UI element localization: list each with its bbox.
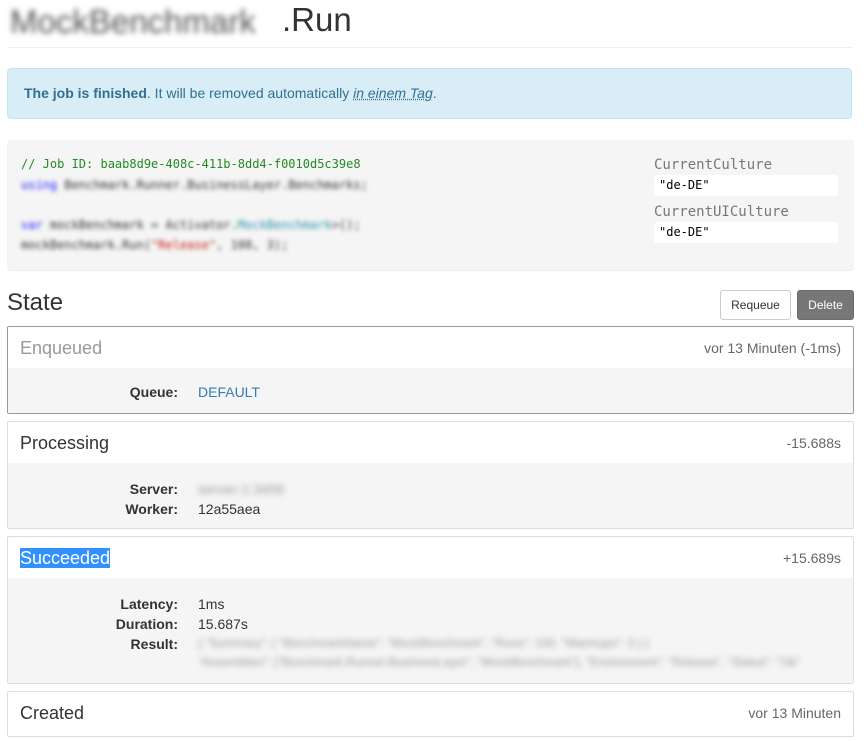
worker-value: 12a55aea xyxy=(198,501,261,517)
job-id-comment: // Job ID: baab8d9e-408c-411b-8dd4-f0010… xyxy=(21,157,361,171)
code-type: MockBenchmark xyxy=(237,218,332,232)
job-finished-alert: The job is finished. It will be removed … xyxy=(7,68,852,119)
state-time: vor 13 Minuten xyxy=(748,705,841,721)
code-using-line: using Benchmark.Runner.BusinessLayer.Ben… xyxy=(21,177,368,193)
state-name-selected: Succeeded xyxy=(20,548,111,568)
state-card-body: Queue: DEFAULT xyxy=(8,368,853,413)
current-culture-value: "de-DE" xyxy=(654,175,838,196)
state-card-created: Created vor 13 Minuten xyxy=(7,691,854,737)
alert-end: . xyxy=(432,85,437,101)
queue-key: Queue: xyxy=(129,384,178,400)
duration-key: Duration: xyxy=(115,616,178,632)
code-call: mockBenchmark.Run( xyxy=(21,238,152,252)
state-card-enqueued: Enqueued vor 13 Minuten (-1ms) Queue: DE… xyxy=(7,326,854,414)
state-name: Succeeded xyxy=(20,547,111,569)
state-card-header: Succeeded +15.689s xyxy=(8,537,853,578)
state-card-body: Server: server-1:3456 Worker: 12a55aea xyxy=(8,463,853,528)
code-assign: mockBenchmark = Activator. xyxy=(42,218,238,232)
state-name: Created xyxy=(20,703,85,723)
page-title-redacted: MockBenchmark xyxy=(10,3,256,40)
current-ui-culture-value: "de-DE" xyxy=(654,222,838,243)
job-code-panel: // Job ID: baab8d9e-408c-411b-8dd4-f0010… xyxy=(7,140,854,271)
current-ui-culture-label: CurrentUICulture xyxy=(654,204,789,220)
state-time: +15.689s xyxy=(783,550,841,566)
state-card-header: Created vor 13 Minuten xyxy=(8,692,853,733)
latency-key: Latency: xyxy=(120,596,178,612)
state-name: Processing xyxy=(20,433,110,453)
result-line-1: { "Summary": { "BenchmarkName": "MockBen… xyxy=(198,636,649,650)
code-var-line: var mockBenchmark = Activator.MockBenchm… xyxy=(21,217,361,233)
state-card-header: Enqueued vor 13 Minuten (-1ms) xyxy=(8,327,853,368)
latency-value: 1ms xyxy=(198,596,225,612)
state-card-header: Processing -15.688s xyxy=(8,422,853,463)
state-time: vor 13 Minuten (-1ms) xyxy=(704,340,841,356)
code-keyword: using xyxy=(21,178,58,192)
server-key: Server: xyxy=(129,481,178,497)
state-card-succeeded: Succeeded +15.689s Latency: 1ms Duration… xyxy=(7,536,854,684)
page-title: .Run xyxy=(282,1,352,38)
current-culture-label: CurrentCulture xyxy=(654,157,773,173)
code-namespace: Benchmark.Runner.BusinessLayer.Benchmark… xyxy=(57,178,368,192)
state-card-processing: Processing -15.688s Server: server-1:345… xyxy=(7,421,854,529)
alert-relative-time: in einem Tag xyxy=(353,85,433,101)
code-call-end: , 100, 3); xyxy=(216,238,289,252)
code-keyword: var xyxy=(21,218,43,232)
alert-bold-text: The job is finished xyxy=(24,85,147,101)
delete-button[interactable]: Delete xyxy=(797,290,854,320)
server-value: server-1:3456 xyxy=(198,481,285,497)
result-key: Result: xyxy=(130,636,178,652)
state-name: Enqueued xyxy=(20,338,103,358)
code-assign-end: >(); xyxy=(331,218,361,232)
alert-text: . It will be removed automatically xyxy=(146,85,354,101)
queue-link[interactable]: DEFAULT xyxy=(198,384,260,400)
worker-key: Worker: xyxy=(125,501,178,517)
duration-value: 15.687s xyxy=(198,616,248,632)
result-line-2: "Assemblies": ["Benchmark.Runner.Busines… xyxy=(198,655,801,669)
state-card-body: Latency: 1ms Duration: 15.687s Result: {… xyxy=(8,578,853,683)
requeue-button[interactable]: Requeue xyxy=(720,290,791,320)
code-run-line: mockBenchmark.Run("Release", 100, 3); xyxy=(21,237,288,253)
page-title-row: MockBenchmark .Run xyxy=(7,0,853,48)
state-heading: State xyxy=(7,289,64,316)
code-string: "Release" xyxy=(151,238,217,252)
state-time: -15.688s xyxy=(786,435,841,451)
